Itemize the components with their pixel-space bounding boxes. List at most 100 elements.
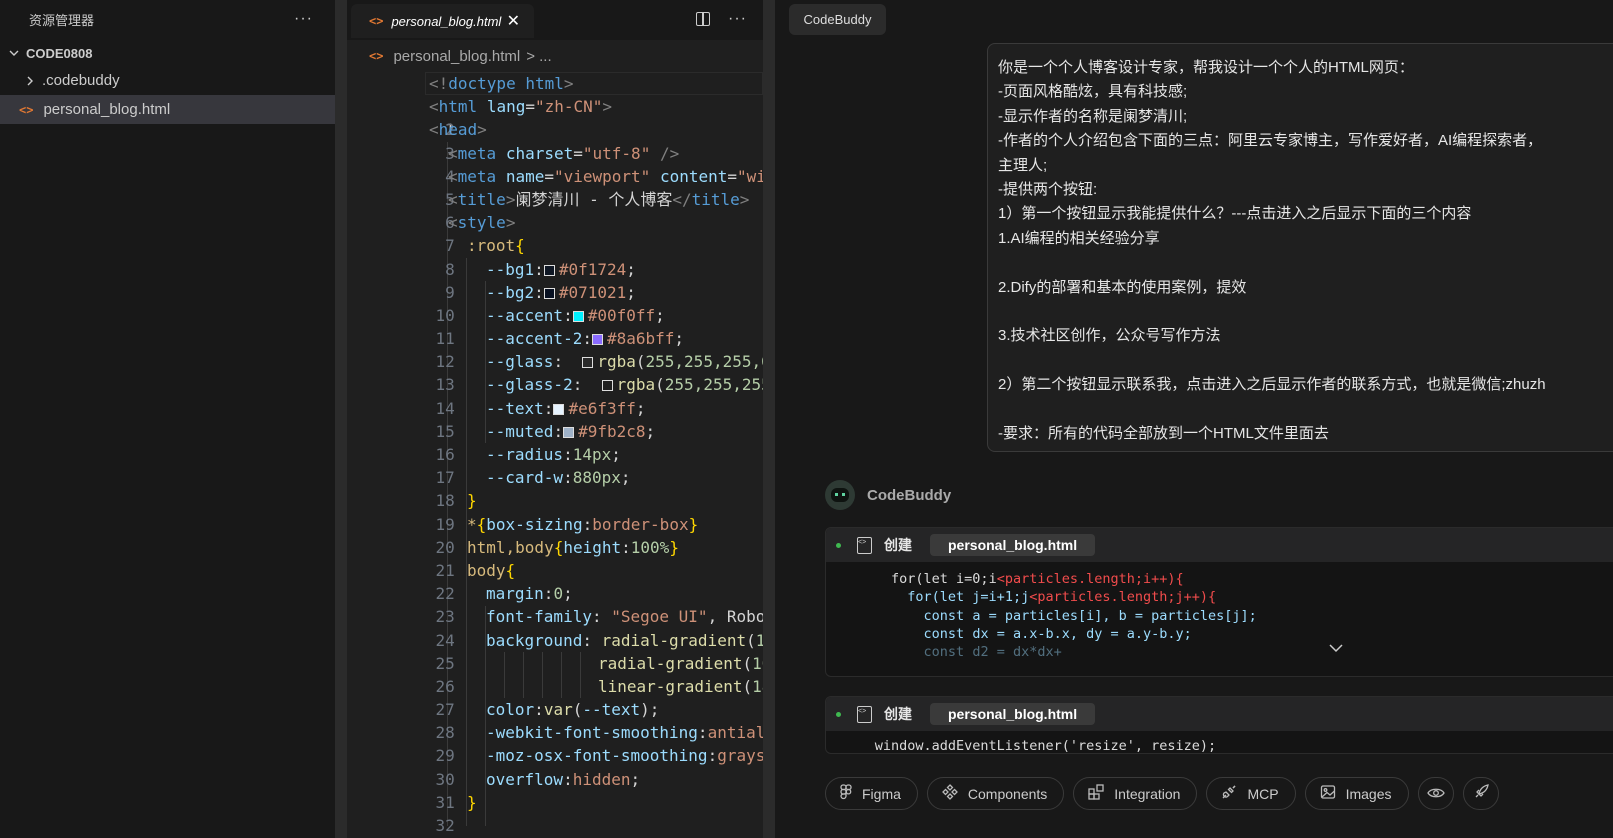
context-chips: Figma Components Integration MCP Images (825, 777, 1499, 810)
code-line: 8 :root{ (347, 234, 763, 278)
status-dot (836, 711, 841, 717)
code-line: 11 --accent: #00f0ff; (347, 304, 763, 348)
editor-actions: ··· (696, 10, 747, 28)
breadcrumb-file[interactable]: personal_blog.html (393, 48, 520, 65)
code-preview: window.addEventListener('resize', resize… (826, 731, 1613, 754)
file-name-pill[interactable]: personal_blog.html (930, 534, 1096, 556)
create-file-card[interactable]: 创建 personal_blog.html for(let i=0;i<part… (825, 527, 1613, 677)
eye-icon (1426, 786, 1445, 802)
color-swatch[interactable] (553, 403, 565, 415)
code-line: 4 <meta charset="utf-8" /> (347, 142, 763, 186)
code-line: 32 } (347, 791, 763, 835)
tree-item-label: .codebuddy (42, 72, 120, 89)
prompt-line: -作者的个人介绍包含下面的三点：阿里云专家博主，写作爱好者，AI编程探索者， (998, 132, 1543, 150)
preview-toggle-button[interactable] (1417, 777, 1454, 810)
integration-chip[interactable]: Integration (1073, 777, 1198, 810)
code-line: 7 <style> (347, 211, 763, 255)
more-actions-icon[interactable]: ··· (294, 10, 313, 28)
plug-icon (1221, 784, 1237, 803)
code-line: 25 background: radial-gradient(12 (347, 629, 763, 673)
assistant-name: CodeBuddy (867, 486, 952, 504)
codebuddy-chat-panel: CodeBuddy 你是一个个人博客设计专家，帮我设计一个个人的HTML网页： … (775, 0, 1613, 838)
figma-chip[interactable]: Figma (825, 777, 918, 810)
color-swatch[interactable] (572, 310, 584, 322)
components-chip[interactable]: Components (926, 777, 1065, 810)
images-chip[interactable]: Images (1304, 777, 1409, 810)
code-line: 24 font-family: "Segoe UI", Robot (347, 605, 763, 649)
code-line: 9 --bg1: #0f1724; (347, 258, 763, 302)
status-dot (836, 542, 841, 548)
chip-label: Integration (1114, 785, 1181, 802)
prompt-line (998, 300, 1613, 324)
code-line: for(let j=i+1;j<particles.length;j++){ (907, 589, 1217, 606)
breadcrumb: <> personal_blog.html > ... (347, 40, 763, 72)
launch-button[interactable] (1462, 777, 1499, 810)
code-line: 3 <head> (347, 118, 763, 162)
rocket-icon (1473, 784, 1489, 803)
editor-tab-personal-blog[interactable]: <> personal_blog.html ✕ (351, 4, 534, 38)
code-area[interactable]: 1 <!doctype html> 2 <html lang="zh-CN"> … (347, 72, 763, 835)
code-line: 5 <meta name="viewport" content="wid (347, 165, 763, 209)
prompt-line: -提供两个按钮: (998, 180, 1098, 198)
create-file-card[interactable]: 创建 personal_blog.html window.addEventLis… (825, 696, 1613, 754)
code-preview: for(let i=0;i<particles.length;i++){ for… (826, 562, 1613, 661)
panel-divider[interactable] (335, 0, 347, 838)
chip-label: Components (967, 785, 1048, 802)
breadcrumb-more[interactable]: > ... (526, 48, 551, 65)
line-number: 32 (435, 816, 455, 836)
prompt-line (998, 349, 1613, 373)
html-file-icon: <> (369, 14, 384, 28)
explorer-panel: 资源管理器 ··· CODE0808 .codebuddy <> persona… (0, 0, 336, 838)
file-name-pill[interactable]: personal_blog.html (930, 703, 1096, 725)
chip-label: Images (1345, 785, 1392, 802)
color-swatch[interactable] (601, 380, 613, 392)
explorer-header: 资源管理器 ··· (0, 0, 335, 38)
code-file-icon (857, 705, 872, 723)
code-file-icon (857, 536, 872, 554)
chip-label: Figma (862, 785, 901, 802)
code-line: window.addEventListener('resize', resize… (826, 738, 1217, 754)
prompt-line (998, 251, 1613, 275)
code-line: 26 radial-gradient(10 (347, 652, 763, 696)
code-line: 22 body{ (347, 559, 763, 603)
color-swatch[interactable] (543, 287, 555, 299)
prompt-line: 2.Dify的部署和基本的使用案例，提效 (998, 278, 1247, 296)
code-line: 30 -moz-osx-font-smoothing:graysc (347, 744, 763, 788)
html-file-icon: <> (19, 102, 34, 117)
code-line: 17 --radius:14px; (347, 443, 763, 487)
codebuddy-avatar (825, 480, 855, 510)
chip-label: MCP (1247, 785, 1279, 802)
code-line: const a = particles[i], b = particles[j]… (923, 607, 1257, 624)
panel-divider[interactable] (763, 0, 775, 838)
card-header[interactable]: 创建 personal_blog.html (826, 528, 1613, 562)
code-line: 15 --text: #e6f3ff; (347, 397, 763, 441)
color-swatch[interactable] (543, 264, 555, 276)
code-line: const dx = a.x-b.x, dy = a.y-b.y; (923, 625, 1192, 642)
tree-item-personal-blog[interactable]: <> personal_blog.html (0, 95, 335, 124)
workspace-folder[interactable]: CODE0808 (0, 40, 335, 66)
color-swatch[interactable] (563, 426, 575, 438)
code-line: 31 overflow:hidden; (347, 768, 763, 812)
color-swatch[interactable] (582, 357, 594, 369)
card-header[interactable]: 创建 personal_blog.html (826, 697, 1613, 731)
code-line: 14 --glass-2: rgba(255,255,255, (347, 373, 763, 417)
chevron-down-icon[interactable] (1329, 641, 1343, 657)
prompt-line: 2）第二个按钮显示联系我，点击进入之后显示作者的联系方式，也就是微信;zhuzh (998, 376, 1546, 394)
prompt-line: 3.技术社区创作，公众号写作方法 (998, 327, 1221, 345)
action-label: 创建 (884, 706, 912, 722)
figma-icon (840, 784, 852, 803)
split-editor-icon[interactable] (696, 12, 711, 26)
mcp-chip[interactable]: MCP (1206, 777, 1296, 810)
more-actions-icon[interactable]: ··· (728, 10, 747, 28)
action-label: 创建 (884, 537, 912, 553)
tree-item-codebuddy-folder[interactable]: .codebuddy (0, 66, 335, 95)
code-line: 27 linear-gradient(18 (347, 675, 763, 719)
close-icon[interactable]: ✕ (507, 11, 520, 31)
editor-tabbar: <> personal_blog.html ✕ ··· (347, 0, 763, 40)
code-line: 1 <!doctype html> (347, 72, 763, 139)
code-editor[interactable]: <> personal_blog.html ✕ ··· <> personal_… (347, 0, 763, 838)
chat-tab-codebuddy[interactable]: CodeBuddy (789, 4, 886, 35)
color-swatch[interactable] (591, 334, 603, 346)
code-line: 2 <html lang="zh-CN"> (347, 95, 763, 139)
code-line: 29 -webkit-font-smoothing:antiali (347, 721, 763, 765)
